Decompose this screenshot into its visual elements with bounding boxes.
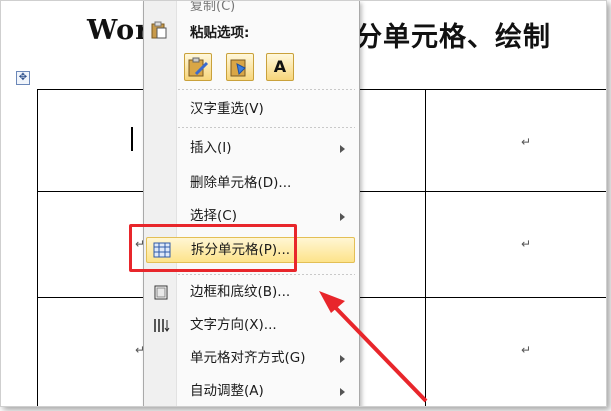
text-cursor: [131, 127, 133, 151]
menu-item-text-direction[interactable]: 文字方向(X)...: [146, 313, 355, 337]
text-direction-icon: [154, 319, 170, 332]
submenu-arrow-icon: [340, 145, 345, 153]
keep-text-only-icon[interactable]: A: [266, 53, 294, 81]
cell-end-mark: ↵: [521, 343, 532, 357]
highlight-box: [129, 224, 297, 272]
document-title-left: Wor: [87, 15, 151, 46]
menu-item-reconversion[interactable]: 汉字重选(V): [146, 97, 355, 121]
menu-separator: [178, 274, 355, 275]
table-border-left: [37, 89, 38, 406]
table-border-top-a: [37, 89, 143, 90]
borders-shading-icon: [154, 285, 168, 300]
merge-format-icon[interactable]: [226, 53, 254, 81]
document-title: Wor 分单元格、绘制: [87, 15, 550, 53]
table-row-line-2a: [37, 297, 143, 298]
menu-item-autofit[interactable]: 自动调整(A): [146, 379, 355, 403]
table-row-line-1b: [358, 191, 606, 192]
cell-end-mark: ↵: [521, 237, 532, 251]
screenshot-frame: Wor 分单元格、绘制 ✥ ↵ ↵ ↵ ↵ ↵ 复制(C) 粘贴选项: A 汉字…: [0, 0, 607, 407]
table-row-line-1a: [37, 191, 143, 192]
menu-item-copy-partial[interactable]: 复制(C): [190, 1, 235, 14]
table-row-line-2b: [358, 297, 606, 298]
menu-item-delete-cells[interactable]: 删除单元格(D)...: [146, 171, 355, 195]
context-menu: 复制(C) 粘贴选项: A 汉字重选(V) 插入(I) 删除单元格(D)... …: [143, 1, 360, 406]
submenu-arrow-icon: [340, 213, 345, 221]
paste-clipboard-icon: [151, 21, 167, 39]
menu-separator: [178, 89, 355, 90]
table-border-middle: [425, 89, 426, 406]
move-cross-icon[interactable]: ✥: [16, 71, 30, 85]
submenu-arrow-icon: [340, 388, 345, 396]
table-border-top-b: [358, 89, 606, 90]
cell-end-mark: ↵: [521, 135, 532, 149]
keep-source-format-icon[interactable]: [184, 53, 212, 81]
submenu-arrow-icon: [340, 355, 345, 363]
menu-item-borders-shading[interactable]: 边框和底纹(B)...: [146, 280, 355, 304]
menu-separator: [178, 127, 355, 128]
document-title-right: 分单元格、绘制: [355, 22, 551, 53]
menu-item-insert[interactable]: 插入(I): [146, 136, 355, 160]
paste-options-label: 粘贴选项:: [190, 25, 250, 41]
menu-item-cell-alignment[interactable]: 单元格对齐方式(G): [146, 346, 355, 370]
